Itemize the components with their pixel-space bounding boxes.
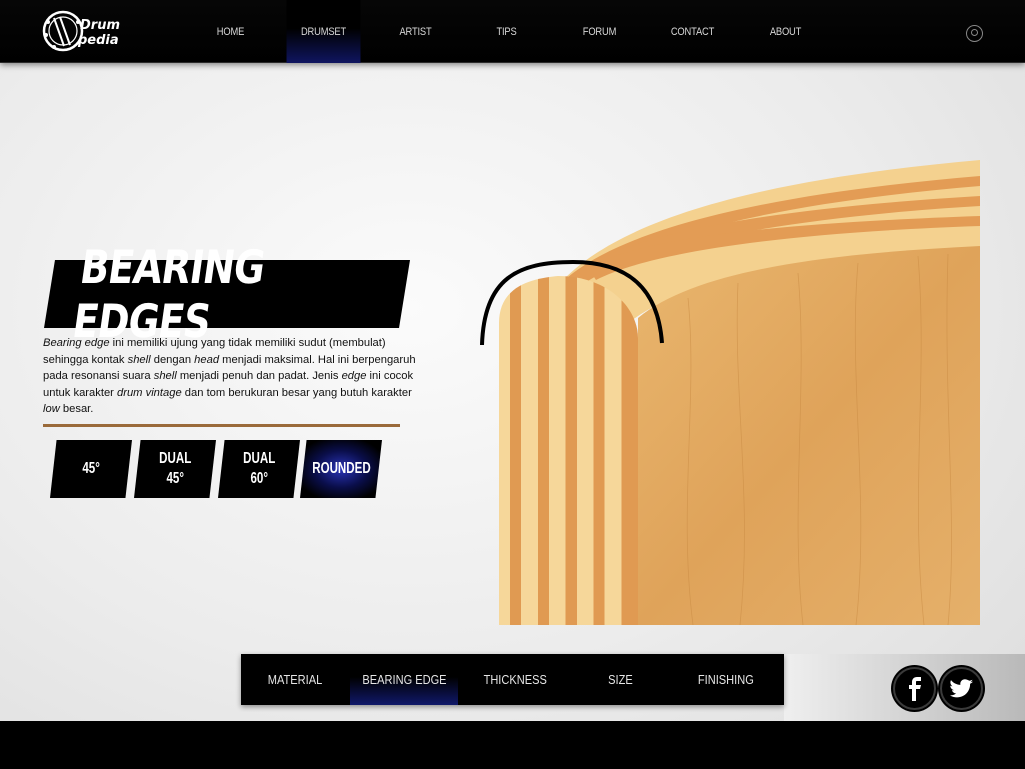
tab-bearing-edge[interactable]: BEARING EDGE bbox=[350, 654, 458, 705]
tab-size[interactable]: SIZE bbox=[572, 654, 668, 705]
top-navigation-bar: Drum pedia HOME DRUMSET ARTIST TIPS FORU… bbox=[0, 0, 1025, 63]
bottom-tab-bar: MATERIAL BEARING EDGE THICKNESS SIZE FIN… bbox=[241, 654, 784, 705]
tab-thickness[interactable]: THICKNESS bbox=[458, 654, 572, 705]
nav-home[interactable]: HOME bbox=[194, 0, 268, 63]
section-description: Bearing edge ini memiliki ujung yang tid… bbox=[43, 337, 416, 415]
nav-artist[interactable]: ARTIST bbox=[379, 0, 453, 63]
tab-finishing[interactable]: FINISHING bbox=[668, 654, 784, 705]
nav-about[interactable]: ABOUT bbox=[749, 0, 823, 63]
tab-material[interactable]: MATERIAL bbox=[241, 654, 350, 705]
search-icon[interactable] bbox=[966, 25, 983, 42]
footer-bar bbox=[0, 721, 1025, 769]
drum-shell-illustration bbox=[480, 160, 980, 626]
edge-dual-60-button[interactable]: DUAL 60° bbox=[218, 440, 300, 498]
edge-dual-45-button[interactable]: DUAL 45° bbox=[134, 440, 216, 498]
section-divider bbox=[43, 424, 400, 427]
nav-tips[interactable]: TIPS bbox=[470, 0, 544, 63]
drumpedia-logo[interactable]: Drum pedia bbox=[42, 8, 124, 54]
edge-rounded-button[interactable]: ROUNDED bbox=[300, 440, 382, 498]
edge-45-button[interactable]: 45° bbox=[50, 440, 132, 498]
nav-contact[interactable]: CONTACT bbox=[656, 0, 730, 63]
twitter-icon[interactable] bbox=[940, 667, 983, 710]
facebook-icon[interactable] bbox=[893, 667, 936, 710]
logo-text-pedia: pedia bbox=[77, 33, 119, 48]
logo-text-drum: Drum bbox=[80, 18, 120, 33]
page-title: BEARING EDGES bbox=[69, 240, 269, 348]
nav-drumset[interactable]: DRUMSET bbox=[286, 0, 361, 63]
nav-forum[interactable]: FORUM bbox=[563, 0, 637, 63]
